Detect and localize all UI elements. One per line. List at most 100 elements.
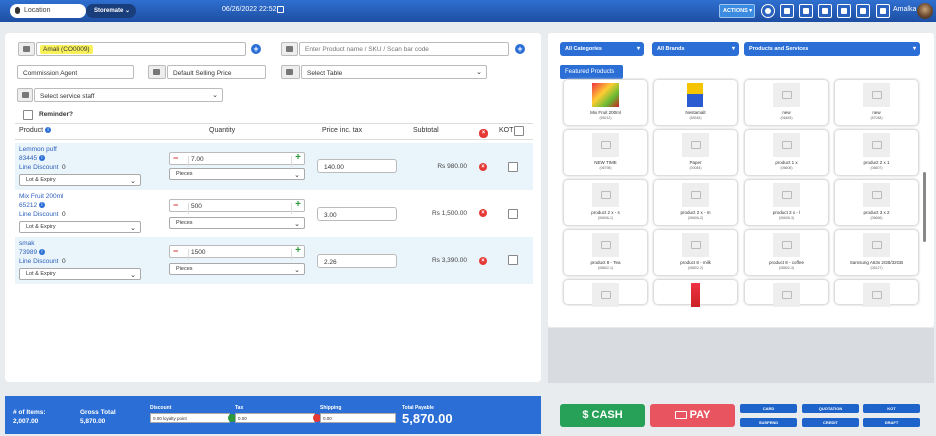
quantity-value[interactable]: 500 xyxy=(188,203,292,214)
product-card[interactable] xyxy=(654,280,737,307)
unit-select[interactable]: Pieces ⌄ xyxy=(169,168,305,180)
scrollbar[interactable] xyxy=(923,172,926,242)
type-filter[interactable]: Products and Services ▾ xyxy=(744,42,920,56)
add-product-icon[interactable]: + xyxy=(515,44,525,54)
product-card[interactable]: product 3 x 2 (06666) xyxy=(835,180,918,225)
quantity-value[interactable]: 7.00 xyxy=(188,156,292,167)
product-card[interactable]: Mix Fruit 200ml (65212) xyxy=(564,80,647,125)
kot-button[interactable]: KOT xyxy=(863,404,920,413)
lot-expiry-select[interactable]: Lot & Expiry ⌄ xyxy=(19,174,141,186)
tab-featured-products[interactable]: Featured Products xyxy=(560,65,623,79)
remove-row-icon[interactable]: × xyxy=(479,209,487,217)
product-card[interactable]: Samsung A53s 2GB/32GB (06127) xyxy=(835,230,918,275)
product-card[interactable]: product 2 x 1 (06607) xyxy=(835,130,918,175)
category-filter[interactable]: All Categories ▾ xyxy=(560,42,644,56)
calculator-icon[interactable] xyxy=(799,4,813,18)
lot-expiry-label: Lot & Expiry xyxy=(26,177,56,183)
line-discount[interactable]: Line Discount 0 xyxy=(19,164,66,171)
info-icon[interactable]: i xyxy=(38,155,45,162)
product-card[interactable]: new (06483) xyxy=(745,80,828,125)
avatar[interactable] xyxy=(917,3,933,19)
info-icon[interactable]: i xyxy=(45,127,52,134)
suspend-button[interactable]: SUSPEND xyxy=(740,418,797,427)
product-card[interactable]: product 8 - milk (08802-2) xyxy=(654,230,737,275)
product-image-icon xyxy=(592,183,619,207)
clear-all-icon[interactable]: × xyxy=(479,129,488,138)
quantity-stepper[interactable]: −1500 + xyxy=(169,245,305,260)
briefcase-icon[interactable] xyxy=(837,4,851,18)
credit-button[interactable]: CREDIT xyxy=(802,418,859,427)
add-icon[interactable] xyxy=(761,4,775,18)
card-button[interactable]: CARD xyxy=(740,404,797,413)
minus-icon[interactable]: − xyxy=(173,200,178,210)
kot-all-checkbox[interactable] xyxy=(514,126,524,136)
location-pin-icon xyxy=(15,7,20,14)
remove-row-icon[interactable]: × xyxy=(479,163,487,171)
line-discount[interactable]: Line Discount 0 xyxy=(19,258,66,265)
kot-checkbox[interactable] xyxy=(508,209,518,219)
location-selector[interactable]: Location xyxy=(10,4,86,18)
product-name[interactable]: Mix Fruit 200ml xyxy=(19,193,63,200)
plus-icon[interactable]: + xyxy=(295,199,301,210)
product-card[interactable]: new (57048) xyxy=(835,80,918,125)
price-group-select[interactable]: Default Selling Price xyxy=(167,65,266,79)
unit-select[interactable]: Pieces ⌄ xyxy=(169,263,305,275)
info-icon[interactable]: i xyxy=(38,202,45,209)
product-card[interactable]: Paper (00084) xyxy=(654,130,737,175)
remove-row-icon[interactable]: × xyxy=(479,257,487,265)
kot-checkbox[interactable] xyxy=(508,255,518,265)
draft-button[interactable]: DRAFT xyxy=(863,418,920,427)
reminder-checkbox[interactable] xyxy=(23,110,33,120)
product-card[interactable]: product 2 x - s (06606-1) xyxy=(564,180,647,225)
unit-select[interactable]: Pieces ⌄ xyxy=(169,217,305,229)
commission-agent-field[interactable]: Commission Agent xyxy=(17,65,134,79)
quotation-button[interactable]: QUOTATION xyxy=(802,404,859,413)
product-card[interactable] xyxy=(745,280,828,307)
product-name[interactable]: smak xyxy=(19,240,35,247)
minus-icon[interactable]: − xyxy=(173,246,178,256)
product-card[interactable]: product 8 - Tea (08802-1) xyxy=(564,230,647,275)
table-select[interactable]: Select Table ⌄ xyxy=(301,65,487,79)
bank-icon[interactable] xyxy=(818,4,832,18)
plus-icon[interactable]: + xyxy=(295,152,301,163)
price-input[interactable]: 3.00 xyxy=(317,207,397,221)
product-card[interactable]: product 2 x - m (06606-2) xyxy=(654,180,737,225)
tax-input[interactable]: 0.00 xyxy=(235,413,315,423)
price-input[interactable]: 2.26 xyxy=(317,254,397,268)
product-card[interactable]: product 8 - coffee (08802-3) xyxy=(745,230,828,275)
quantity-value[interactable]: 1500 xyxy=(188,249,292,260)
brand-filter[interactable]: All Brands ▾ xyxy=(652,42,739,56)
quantity-stepper[interactable]: −500 + xyxy=(169,199,305,214)
product-card[interactable] xyxy=(835,280,918,307)
info-icon[interactable]: i xyxy=(38,249,45,256)
service-staff-select[interactable]: Select service staff ⌄ xyxy=(34,88,223,102)
back-icon[interactable] xyxy=(876,4,890,18)
customer-select[interactable]: Amali (CO0009) xyxy=(36,42,246,56)
register-icon[interactable] xyxy=(780,4,794,18)
plus-icon[interactable]: + xyxy=(295,245,301,256)
line-discount[interactable]: Line Discount 0 xyxy=(19,211,66,218)
pay-button[interactable]: PAY xyxy=(650,404,735,427)
quantity-stepper[interactable]: −7.00 + xyxy=(169,152,305,167)
discount-input[interactable]: 0.00 loyalty point xyxy=(150,413,230,423)
product-card[interactable]: product 1 x (06606) xyxy=(745,130,828,175)
lot-expiry-select[interactable]: Lot & Expiry ⌄ xyxy=(19,268,141,280)
cash-button[interactable]: $ CASH xyxy=(560,404,645,427)
product-card[interactable]: Nestamalt (65345) xyxy=(654,80,737,125)
add-customer-icon[interactable]: + xyxy=(251,44,261,54)
product-card[interactable] xyxy=(564,280,647,307)
shipping-input[interactable]: 0.00 xyxy=(320,413,396,423)
store-dropdown[interactable]: Storemate ⌄ xyxy=(86,4,136,18)
minus-icon[interactable]: − xyxy=(173,153,178,163)
calendar-icon[interactable] xyxy=(277,6,284,13)
actions-button[interactable]: ACTIONS ▾ xyxy=(719,4,755,18)
product-card[interactable]: NEW TIME (06798) xyxy=(564,130,647,175)
close-register-icon[interactable] xyxy=(856,4,870,18)
product-card[interactable]: product 2 x - l (06606-3) xyxy=(745,180,828,225)
product-name[interactable]: Lemmon puff xyxy=(19,146,57,153)
price-input[interactable]: 140.00 xyxy=(317,159,397,173)
product-code: 65212 i xyxy=(19,202,45,209)
product-search-input[interactable] xyxy=(299,42,509,56)
lot-expiry-select[interactable]: Lot & Expiry ⌄ xyxy=(19,221,141,233)
kot-checkbox[interactable] xyxy=(508,162,518,172)
